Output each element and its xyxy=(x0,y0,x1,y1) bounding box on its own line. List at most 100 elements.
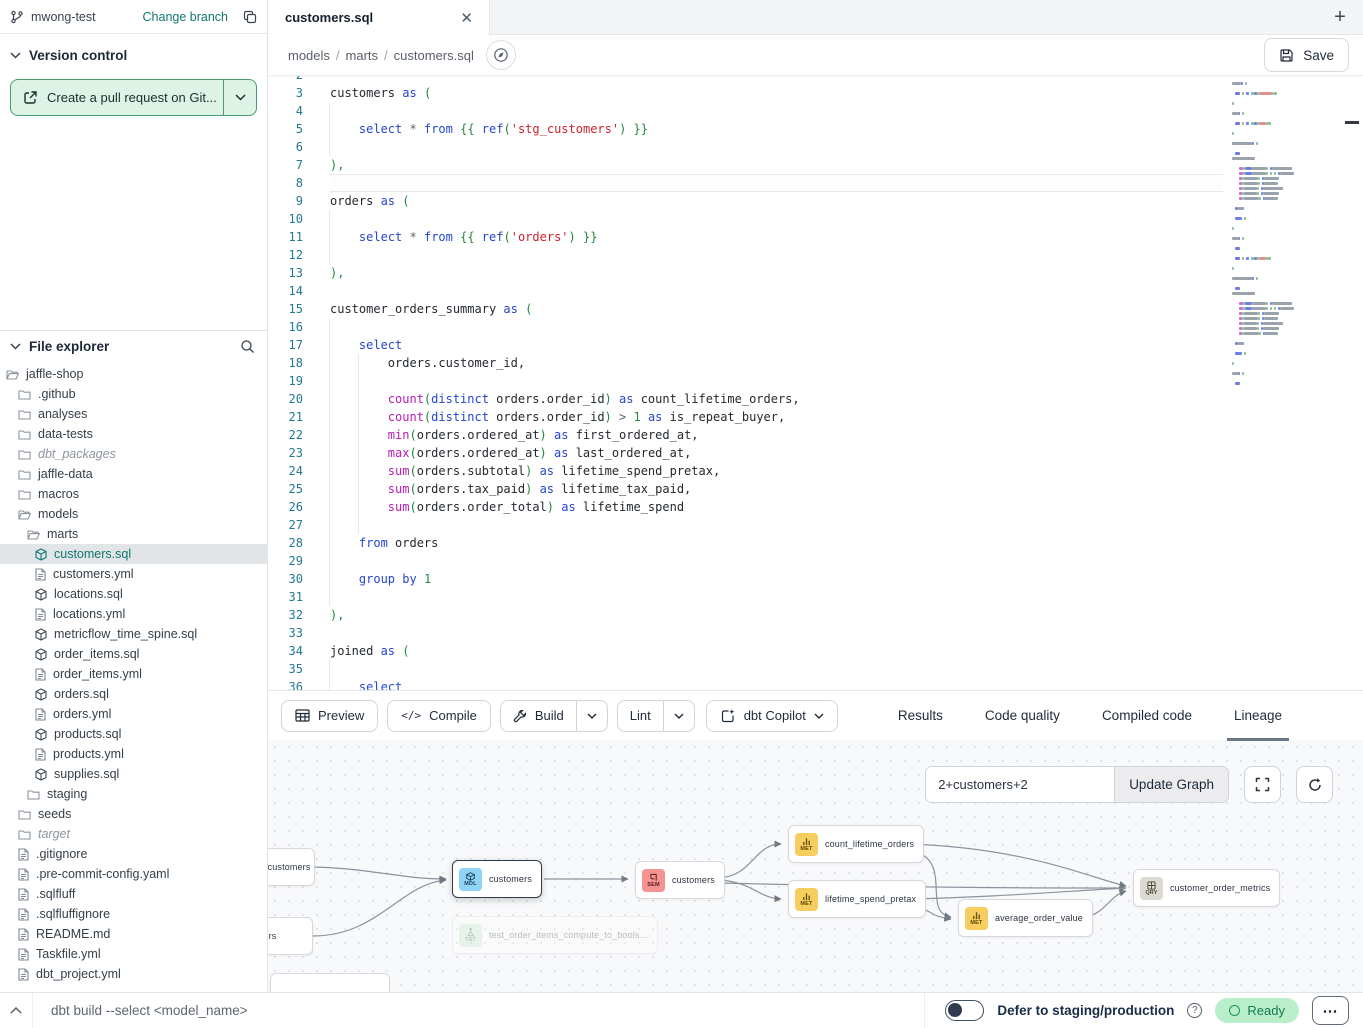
file-tree-item[interactable]: staging xyxy=(0,784,267,804)
code-line[interactable]: 14 xyxy=(268,282,1363,300)
code-line[interactable]: 11 select * from {{ ref('orders') }} xyxy=(268,228,1363,246)
file-tree-item[interactable]: jaffle-shop xyxy=(0,364,267,384)
copy-icon[interactable] xyxy=(243,10,257,24)
code-line[interactable]: 28 from orders xyxy=(268,534,1363,552)
file-tree-item[interactable]: .sqlfluff xyxy=(0,884,267,904)
close-icon[interactable]: ✕ xyxy=(456,9,477,27)
code-line[interactable]: 16 xyxy=(268,318,1363,336)
file-tree-item[interactable]: products.yml xyxy=(0,744,267,764)
code-line[interactable]: 23 max(orders.ordered_at) as last_ordere… xyxy=(268,444,1363,462)
code-line[interactable]: 31 xyxy=(268,588,1363,606)
breadcrumb-marts[interactable]: marts xyxy=(346,48,379,63)
file-tree-item[interactable]: Taskfile.yml xyxy=(0,944,267,964)
panel-tab-compiled-code[interactable]: Compiled code xyxy=(1081,691,1213,741)
lineage-node-test_order_items_compute_to_bools-[interactable]: TSTtest_order_items_compute_to_bools... xyxy=(452,916,658,954)
code-line[interactable]: 7), xyxy=(268,156,1363,174)
code-line[interactable]: 33 xyxy=(268,624,1363,642)
file-tree-item[interactable]: customers.yml xyxy=(0,564,267,584)
panel-tab-results[interactable]: Results xyxy=(877,691,964,741)
code-editor[interactable]: 23customers as (45 select * from {{ ref(… xyxy=(268,76,1363,690)
chevron-up-icon[interactable] xyxy=(0,993,32,1028)
code-line[interactable]: 6 xyxy=(268,138,1363,156)
breadcrumb-file[interactable]: customers.sql xyxy=(394,48,474,63)
lineage-node-customer_order_metrics[interactable]: QRYcustomer_order_metrics xyxy=(1133,869,1280,907)
file-tree-item[interactable]: target xyxy=(0,824,267,844)
file-explorer-header[interactable]: File explorer xyxy=(0,331,267,354)
file-tree-item[interactable]: models xyxy=(0,504,267,524)
fullscreen-button[interactable] xyxy=(1244,766,1281,803)
code-line[interactable]: 20 count(distinct orders.order_id) as co… xyxy=(268,390,1363,408)
help-icon[interactable]: ? xyxy=(1187,1003,1202,1018)
command-input[interactable]: dbt build --select <model_name> xyxy=(51,1003,248,1018)
file-tree-item[interactable]: locations.yml xyxy=(0,604,267,624)
file-tree-item[interactable]: dbt_project.yml xyxy=(0,964,267,984)
file-tree-item[interactable]: jaffle-data xyxy=(0,464,267,484)
code-line[interactable]: 17 select xyxy=(268,336,1363,354)
lint-button[interactable]: Lint xyxy=(618,701,663,731)
code-line[interactable]: 18 orders.customer_id, xyxy=(268,354,1363,372)
lineage-canvas[interactable]: MDLstg_customers MDLorders MDLcustomers TST… xyxy=(268,740,1363,992)
lineage-node-lifetime_spend_pretax[interactable]: METlifetime_spend_pretax xyxy=(788,880,926,918)
code-line[interactable]: 3customers as ( xyxy=(268,84,1363,102)
code-lines[interactable]: 23customers as (45 select * from {{ ref(… xyxy=(268,76,1363,690)
breadcrumb-models[interactable]: models xyxy=(288,48,330,63)
minimap[interactable] xyxy=(1232,76,1330,386)
code-line[interactable]: 4 xyxy=(268,102,1363,120)
build-dropdown-button[interactable] xyxy=(576,701,607,731)
version-control-header[interactable]: Version control xyxy=(0,34,267,63)
code-line[interactable]: 19 xyxy=(268,372,1363,390)
code-line[interactable]: 34joined as ( xyxy=(268,642,1363,660)
search-icon[interactable] xyxy=(240,339,255,354)
file-tree-item[interactable]: dbt_packages xyxy=(0,444,267,464)
build-button[interactable]: Build xyxy=(501,701,576,731)
lineage-node-customers[interactable]: SEMcustomers xyxy=(635,861,725,899)
code-line[interactable]: 27 xyxy=(268,516,1363,534)
file-tree-item[interactable]: README.md xyxy=(0,924,267,944)
file-tree-item[interactable]: products.sql xyxy=(0,724,267,744)
file-tree-item[interactable]: seeds xyxy=(0,804,267,824)
file-tree-item[interactable]: .pre-commit-config.yaml xyxy=(0,864,267,884)
panel-tab-lineage[interactable]: Lineage xyxy=(1213,691,1303,741)
lineage-node-orders[interactable]: MDLorders xyxy=(268,917,313,955)
lineage-node[interactable] xyxy=(270,973,390,992)
lineage-node-count_lifetime_orders[interactable]: METcount_lifetime_orders xyxy=(788,825,924,863)
lint-dropdown-button[interactable] xyxy=(663,701,694,731)
code-line[interactable]: 9orders as ( xyxy=(268,192,1363,210)
file-tree-item[interactable]: .gitignore xyxy=(0,844,267,864)
dbt-copilot-button[interactable]: dbt Copilot xyxy=(706,700,838,732)
compile-button[interactable]: </> Compile xyxy=(387,700,491,732)
code-line[interactable]: 26 sum(orders.order_total) as lifetime_s… xyxy=(268,498,1363,516)
code-line[interactable]: 21 count(distinct orders.order_id) > 1 a… xyxy=(268,408,1363,426)
code-line[interactable]: 10 xyxy=(268,210,1363,228)
new-tab-button[interactable]: + xyxy=(1317,0,1363,34)
lineage-node-stg_customers[interactable]: MDLstg_customers xyxy=(268,848,315,886)
code-line[interactable]: 15customer_orders_summary as ( xyxy=(268,300,1363,318)
file-tree-item[interactable]: data-tests xyxy=(0,424,267,444)
file-tree-item[interactable]: orders.sql xyxy=(0,684,267,704)
pr-dropdown-button[interactable] xyxy=(224,80,256,115)
code-line[interactable]: 13), xyxy=(268,264,1363,282)
refresh-button[interactable] xyxy=(1296,766,1333,803)
code-line[interactable]: 8 xyxy=(268,174,1363,192)
tab-customers-sql[interactable]: customers.sql ✕ xyxy=(268,0,490,35)
editor-scrollbar[interactable] xyxy=(1341,76,1363,690)
file-tree-item[interactable]: analyses xyxy=(0,404,267,424)
more-options-button[interactable]: ⋯ xyxy=(1312,996,1349,1025)
lineage-selector-input[interactable] xyxy=(926,767,1114,802)
panel-tab-code-quality[interactable]: Code quality xyxy=(964,691,1081,741)
code-line[interactable]: 12 xyxy=(268,246,1363,264)
save-button[interactable]: Save xyxy=(1264,38,1349,72)
file-tree-item[interactable]: .github xyxy=(0,384,267,404)
code-line[interactable]: 2 xyxy=(268,76,1363,84)
lineage-node-average_order_value[interactable]: METaverage_order_value xyxy=(958,899,1093,937)
update-graph-button[interactable]: Update Graph xyxy=(1114,767,1228,802)
code-line[interactable]: 30 group by 1 xyxy=(268,570,1363,588)
file-tree-item[interactable]: locations.sql xyxy=(0,584,267,604)
lineage-node-customers[interactable]: MDLcustomers xyxy=(452,860,542,898)
file-tree-item[interactable]: marts xyxy=(0,524,267,544)
compass-icon[interactable] xyxy=(486,40,516,70)
file-tree-item[interactable]: metricflow_time_spine.sql xyxy=(0,624,267,644)
code-line[interactable]: 22 min(orders.ordered_at) as first_order… xyxy=(268,426,1363,444)
defer-toggle[interactable] xyxy=(945,1000,984,1021)
code-line[interactable]: 29 xyxy=(268,552,1363,570)
